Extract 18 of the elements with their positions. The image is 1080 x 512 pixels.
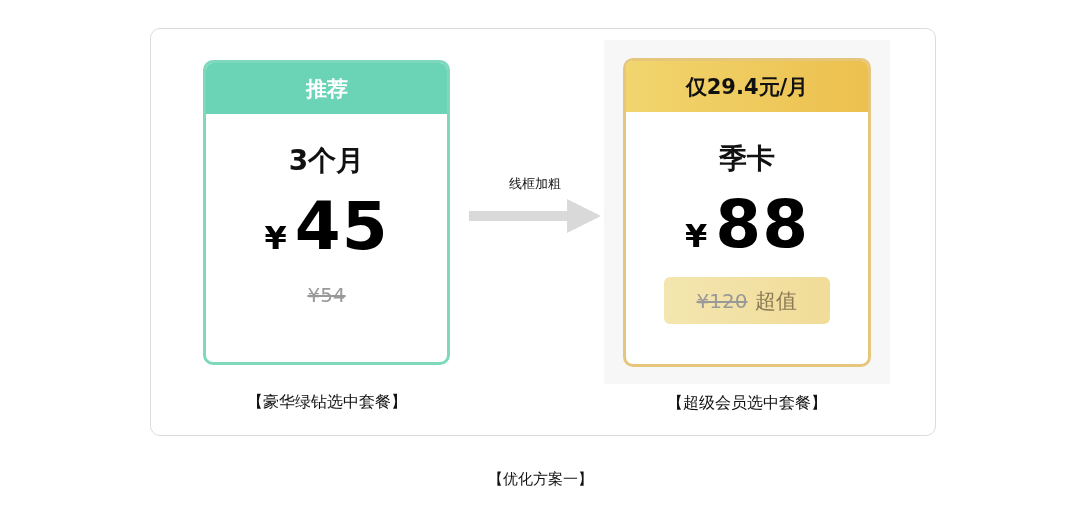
card-header: 推荐 bbox=[206, 63, 447, 114]
arrow-label: 线框加粗 bbox=[508, 175, 561, 193]
figure-caption: 【优化方案一】 bbox=[487, 470, 593, 488]
card-caption: 【豪华绿钻选中套餐】 bbox=[246, 392, 407, 413]
original-price: ¥120 bbox=[696, 288, 748, 313]
original-price: ¥54 bbox=[307, 283, 346, 307]
arrow-icon bbox=[468, 199, 601, 233]
plan-card[interactable]: 仅29.4元/月 季卡 ¥88 ¥120 超值 bbox=[623, 58, 871, 367]
card-header: 仅29.4元/月 bbox=[626, 61, 868, 112]
price: 45 bbox=[294, 188, 389, 265]
plan-name: 3个月 bbox=[288, 143, 365, 179]
badge-label: 超值 bbox=[755, 287, 798, 315]
card-caption: 【超级会员选中套餐】 bbox=[667, 393, 827, 414]
price: 88 bbox=[715, 186, 810, 263]
plan-name: 季卡 bbox=[719, 141, 775, 177]
currency-symbol: ¥ bbox=[264, 219, 287, 257]
currency-symbol: ¥ bbox=[684, 217, 708, 255]
plan-card[interactable]: 推荐 3个月 ¥45 ¥54 bbox=[203, 60, 450, 365]
